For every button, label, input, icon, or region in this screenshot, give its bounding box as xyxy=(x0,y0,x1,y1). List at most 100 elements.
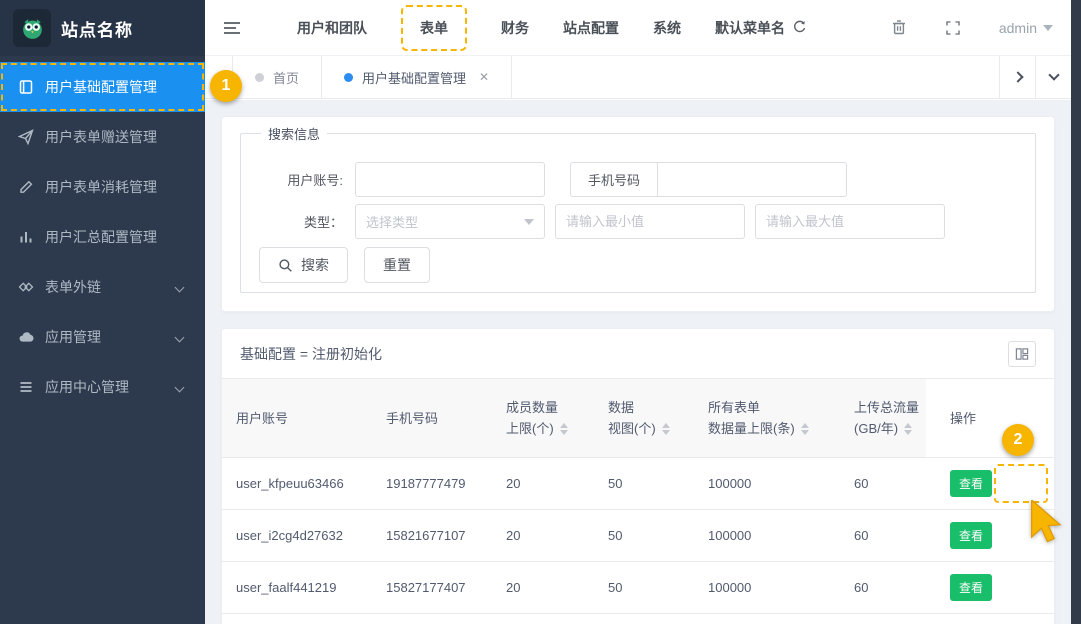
sidebar-item-user-form-gift[interactable]: 用户表单赠送管理 xyxy=(0,112,205,162)
sidebar-item-app-management[interactable]: 应用管理 xyxy=(0,312,205,362)
sidebar-item-label: 应用管理 xyxy=(45,327,101,347)
sidebar-item-app-center-management[interactable]: 应用中心管理 xyxy=(0,362,205,412)
sidebar-item-label: 用户表单赠送管理 xyxy=(45,127,157,147)
phone-input[interactable] xyxy=(657,162,847,197)
sidebar-item-label: 用户汇总配置管理 xyxy=(45,227,157,247)
table-card-header: 基础配置 = 注册初始化 xyxy=(222,329,1054,379)
nav-item-site-config[interactable]: 站点配置 xyxy=(563,18,619,38)
type-select[interactable]: 选择类型 xyxy=(355,204,545,239)
nav-item-label: 默认菜单名 xyxy=(715,18,785,38)
nav-right-tools: admin xyxy=(891,19,1053,36)
cell-member: 20 xyxy=(492,562,594,614)
pen-icon xyxy=(18,179,34,195)
col-data-views[interactable]: 数据 视图(个) xyxy=(594,379,694,458)
min-value-input[interactable] xyxy=(555,204,745,239)
nav-item-finance[interactable]: 财务 xyxy=(501,18,529,38)
book-icon xyxy=(18,79,34,95)
sidebar-item-user-form-consume[interactable]: 用户表单消耗管理 xyxy=(0,162,205,212)
magnifier-icon xyxy=(278,258,293,273)
view-button[interactable]: 查看 xyxy=(950,574,992,601)
nav-item-forms[interactable]: 表单 xyxy=(401,5,467,51)
search-panel: 搜索信息 用户账号: 手机号码 类型： 选择类型 xyxy=(221,116,1055,312)
list-icon xyxy=(18,379,34,395)
config-table-card: 基础配置 = 注册初始化 用户账号 手机号码 成员数量 上限(个) xyxy=(221,328,1055,624)
cell-account: user_xaymrw436... xyxy=(222,614,372,624)
cell-phone: 19187777479 xyxy=(372,458,492,510)
cell-upload: 60 xyxy=(840,458,926,510)
sort-icon[interactable] xyxy=(801,423,809,435)
sort-icon[interactable] xyxy=(560,423,568,435)
tab-home[interactable]: 首页 xyxy=(232,56,322,98)
tab-menu-button[interactable] xyxy=(1035,56,1071,98)
close-icon[interactable]: ✕ xyxy=(479,70,489,84)
cell-phone: 19124655489 xyxy=(372,614,492,624)
tab-label: 首页 xyxy=(273,68,299,87)
col-upload-traffic[interactable]: 上传总流量 (GB/年) xyxy=(840,379,926,458)
cell-phone: 15821677107 xyxy=(372,510,492,562)
page-content: 搜索信息 用户账号: 手机号码 类型： 选择类型 xyxy=(205,100,1071,624)
chevron-down-icon xyxy=(175,332,185,342)
cell-data: 50 xyxy=(594,614,694,624)
cell-member: 20 xyxy=(492,458,594,510)
external-link-icon xyxy=(18,279,34,295)
username: admin xyxy=(999,20,1037,36)
type-label: 类型： xyxy=(259,212,355,231)
col-member-limit[interactable]: 成员数量 上限(个) xyxy=(492,379,594,458)
col-phone: 手机号码 xyxy=(372,379,492,458)
nav-item-label: 表单 xyxy=(420,18,448,38)
chevron-down-icon xyxy=(1043,25,1053,31)
cell-account: user_kfpeuu63466 xyxy=(222,458,372,510)
account-input[interactable] xyxy=(355,162,545,197)
col-actions: 操作 xyxy=(926,379,1054,458)
step-badge-2: 2 xyxy=(1002,424,1034,456)
tab-scroll-right-button[interactable] xyxy=(999,56,1035,98)
cell-upload: 60 xyxy=(840,614,926,624)
table-row: user_faalf441219 15827177407 20 50 10000… xyxy=(222,562,1054,614)
max-value-input[interactable] xyxy=(755,204,945,239)
send-icon xyxy=(18,129,34,145)
cell-data: 50 xyxy=(594,458,694,510)
nav-item-label: 系统 xyxy=(653,18,681,38)
sidebar: 站点名称 用户基础配置管理 用户表单赠送管理 用户表单消耗管理 用户汇总配置管理 xyxy=(0,0,205,624)
sidebar-item-label: 用户表单消耗管理 xyxy=(45,177,157,197)
sidebar-item-user-summary-config[interactable]: 用户汇总配置管理 xyxy=(0,212,205,262)
sort-icon[interactable] xyxy=(662,423,670,435)
cell-actions: 查看编辑 xyxy=(926,562,1054,614)
main-area: 用户和团队 表单 财务 站点配置 系统 默认菜单名 admin xyxy=(205,0,1071,624)
collapse-sidebar-icon[interactable] xyxy=(223,20,241,36)
account-label: 用户账号: xyxy=(259,170,355,189)
refresh-icon[interactable] xyxy=(792,20,807,35)
tab-label: 用户基础配置管理 xyxy=(362,68,466,87)
fullscreen-icon[interactable] xyxy=(945,20,961,36)
owl-logo-icon xyxy=(13,9,51,47)
cell-upload: 60 xyxy=(840,510,926,562)
view-button[interactable]: 查看 xyxy=(950,470,992,497)
table-row: user_kfpeuu63466 19187777479 20 50 10000… xyxy=(222,458,1054,510)
search-button[interactable]: 搜索 xyxy=(259,247,348,283)
sidebar-item-label: 应用中心管理 xyxy=(45,377,129,397)
trash-icon[interactable] xyxy=(891,19,907,36)
grid-icon xyxy=(1015,347,1029,361)
sidebar-item-user-base-config[interactable]: 用户基础配置管理 xyxy=(0,62,205,112)
nav-item-system[interactable]: 系统 xyxy=(653,18,681,38)
nav-item-label: 站点配置 xyxy=(563,18,619,38)
sidebar-item-form-external-link[interactable]: 表单外链 xyxy=(0,262,205,312)
user-menu[interactable]: admin xyxy=(999,20,1053,36)
reset-button[interactable]: 重置 xyxy=(364,247,430,283)
sort-icon[interactable] xyxy=(904,423,912,435)
tab-user-base-config[interactable]: 用户基础配置管理 ✕ xyxy=(322,56,512,98)
nav-item-label: 用户和团队 xyxy=(297,18,367,38)
search-fieldset: 搜索信息 用户账号: 手机号码 类型： 选择类型 xyxy=(240,133,1036,293)
search-legend: 搜索信息 xyxy=(261,124,327,143)
cursor-icon xyxy=(1030,500,1068,552)
column-settings-button[interactable] xyxy=(1008,341,1036,367)
cloud-icon xyxy=(18,329,34,345)
view-button[interactable]: 查看 xyxy=(950,522,992,549)
sidebar-item-label: 表单外链 xyxy=(45,277,101,297)
col-forms-limit[interactable]: 所有表单 数据量上限(条) xyxy=(694,379,840,458)
nav-item-users-teams[interactable]: 用户和团队 xyxy=(297,18,367,38)
cell-data: 50 xyxy=(594,510,694,562)
nav-item-default-menu[interactable]: 默认菜单名 xyxy=(715,18,807,38)
page-scrollbar[interactable] xyxy=(1071,0,1081,624)
top-navbar: 用户和团队 表单 财务 站点配置 系统 默认菜单名 admin xyxy=(205,0,1071,56)
